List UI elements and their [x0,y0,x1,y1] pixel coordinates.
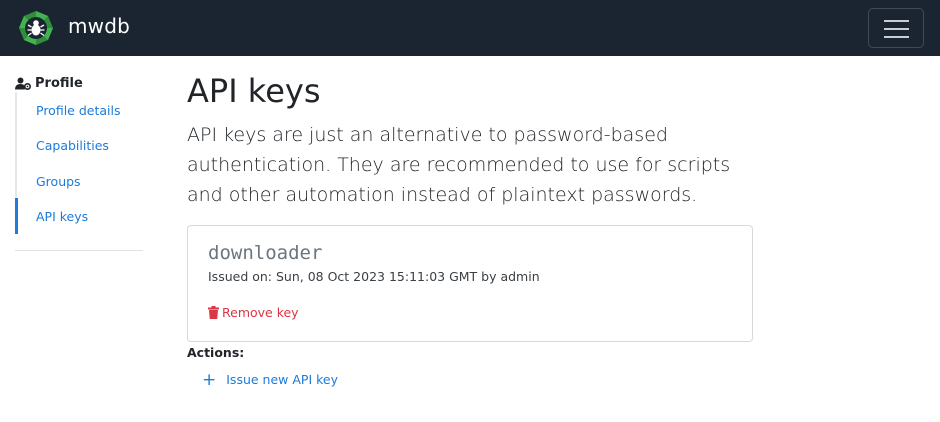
sidebar-divider [15,250,143,251]
page-title: API keys [187,72,321,110]
api-key-issued-info: Issued on: Sun, 08 Oct 2023 15:11:03 GMT… [208,269,540,284]
hamburger-menu-icon [884,20,909,22]
brand-name[interactable]: mwdb [68,14,130,38]
api-key-card: downloader Issued on: Sun, 08 Oct 2023 1… [187,225,753,342]
sidebar-item-groups[interactable]: Groups [15,163,143,199]
sidebar-item-capabilities[interactable]: Capabilities [15,127,143,163]
remove-key-button[interactable]: Remove key [208,305,299,320]
actions-label: Actions: [187,345,245,360]
sidebar-header: Profile [15,74,83,92]
trash-icon [208,306,219,319]
sidebar-item-api-keys[interactable]: API keys [15,198,143,234]
issue-new-api-key-label: Issue new API key [226,372,338,387]
sidebar-header-label: Profile [35,75,83,91]
remove-key-label: Remove key [222,305,299,320]
api-key-name[interactable]: downloader [208,242,322,264]
plus-icon: + [202,369,217,390]
navbar-toggler-button[interactable] [868,8,924,48]
bug-logo-icon[interactable] [18,10,54,46]
user-settings-icon [15,77,31,90]
page-description: API keys are just an alternative to pass… [187,124,731,206]
top-navbar: mwdb [0,0,940,56]
issue-new-api-key-button[interactable]: + Issue new API key [202,369,338,390]
sidebar-item-profile-details[interactable]: Profile details [15,92,143,128]
